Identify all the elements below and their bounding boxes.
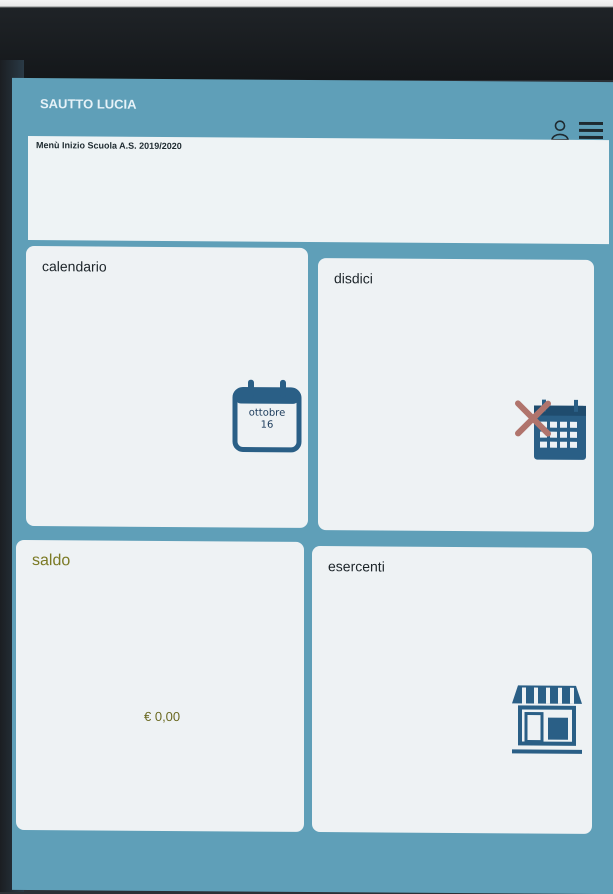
tile-saldo-label: saldo	[32, 552, 71, 570]
app-header: SAUTTO LUCIA	[28, 78, 613, 144]
tile-disdici[interactable]: disdici	[318, 258, 594, 532]
calendar-cancel-icon	[514, 397, 590, 464]
app-screen: SAUTTO LUCIA Menù Inizio Scuola A.S. 201…	[12, 77, 613, 894]
tile-calendario[interactable]: calendario ottobre 16	[26, 245, 308, 528]
tile-disdici-label: disdici	[334, 270, 373, 287]
saldo-amount: € 0,00	[144, 708, 181, 725]
menu-banner[interactable]: Menù Inizio Scuola A.S. 2019/2020	[28, 136, 609, 245]
device-bezel-top	[0, 0, 613, 80]
calendar-icon: ottobre 16	[232, 379, 302, 453]
tile-calendario-label: calendario	[42, 258, 107, 275]
hamburger-menu-icon[interactable]	[579, 121, 603, 140]
banner-text: Menù Inizio Scuola A.S. 2019/2020	[36, 140, 182, 152]
calendar-day: 16	[260, 419, 274, 431]
tile-esercenti[interactable]: esercenti	[312, 545, 592, 834]
shop-icon	[512, 683, 582, 755]
user-name-title: SAUTTO LUCIA	[40, 96, 137, 112]
tile-saldo[interactable]: saldo € 0,00	[16, 539, 304, 832]
calendar-month: ottobre	[248, 407, 286, 419]
user-icon[interactable]	[551, 120, 569, 142]
tile-esercenti-label: esercenti	[328, 558, 385, 575]
